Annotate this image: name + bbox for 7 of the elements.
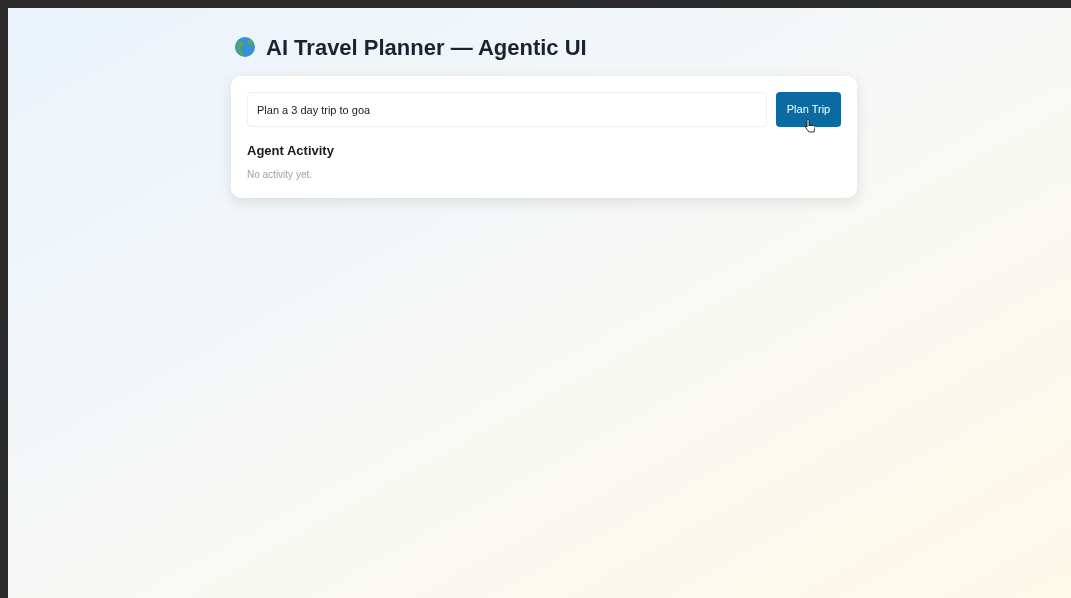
plan-trip-button[interactable]: Plan Trip xyxy=(776,92,841,127)
input-field[interactable]: Plan a 3 day trip to goa xyxy=(247,92,767,127)
empty-message: No activity yet. xyxy=(247,167,314,182)
globe-icon xyxy=(234,36,256,58)
page-title: AI Travel Planner — Agentic UI xyxy=(266,33,587,62)
section-heading: Agent Activity xyxy=(247,142,335,160)
cursor-icon xyxy=(804,119,815,133)
